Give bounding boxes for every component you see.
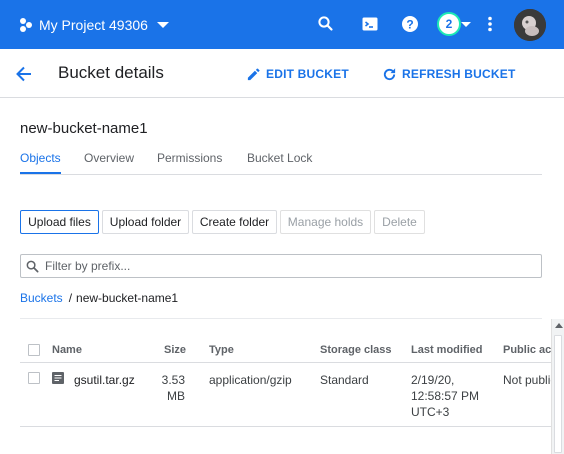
breadcrumb-current: new-bucket-name1 — [76, 291, 179, 305]
modified-timezone: UTC+3 — [411, 405, 450, 419]
filter-box — [20, 254, 542, 278]
search-icon[interactable] — [316, 14, 336, 34]
edit-bucket-label: EDIT BUCKET — [266, 67, 349, 81]
select-all-checkbox[interactable] — [28, 344, 40, 356]
storage-class-cell: Standard — [320, 373, 369, 387]
help-icon[interactable]: ? — [400, 14, 420, 34]
scrollbar-thumb[interactable] — [554, 335, 562, 453]
project-icon[interactable] — [18, 17, 34, 33]
project-selector[interactable]: My Project 49306 — [39, 17, 148, 34]
divider — [20, 318, 542, 319]
refresh-icon — [383, 67, 396, 80]
row-checkbox[interactable] — [28, 372, 40, 384]
column-header-storage-class[interactable]: Storage class — [320, 344, 392, 356]
search-icon — [26, 260, 39, 273]
last-modified-cell: 2/19/20, 12:58:57 PM UTC+3 — [411, 372, 479, 420]
table-row[interactable]: gsutil.tar.gz 3.53 MB application/gzip S… — [20, 363, 556, 427]
modified-date: 2/19/20, — [411, 373, 455, 387]
delete-button[interactable]: Delete — [374, 210, 425, 234]
edit-pencil-icon — [247, 67, 260, 80]
size-value: 3.53 — [161, 373, 185, 387]
create-folder-button[interactable]: Create folder — [192, 210, 277, 234]
active-tab-indicator — [20, 172, 61, 174]
column-header-size[interactable]: Size — [164, 344, 186, 356]
breadcrumb-separator: / — [68, 291, 73, 305]
avatar[interactable] — [514, 9, 546, 41]
page-title: Bucket details — [58, 63, 164, 82]
chevron-down-icon[interactable] — [461, 22, 471, 27]
top-app-bar: My Project 49306 ? 2 — [0, 0, 564, 49]
tab-bucket-lock[interactable]: Bucket Lock — [247, 151, 312, 165]
tab-overview[interactable]: Overview — [84, 151, 134, 165]
table-header: Name Size Type Storage class Last modifi… — [20, 338, 564, 363]
breadcrumb: Buckets / new-bucket-name1 — [20, 291, 178, 305]
cloud-shell-icon[interactable] — [360, 14, 380, 34]
tab-objects[interactable]: Objects — [20, 151, 61, 165]
column-header-name[interactable]: Name — [52, 344, 82, 356]
upload-files-button[interactable]: Upload files — [20, 210, 99, 234]
public-access-cell: Not public — [503, 373, 557, 387]
size-cell: 3.53 MB — [160, 372, 185, 404]
bucket-name: new-bucket-name1 — [20, 120, 148, 137]
vertical-scrollbar[interactable] — [551, 319, 564, 454]
filter-input[interactable] — [45, 258, 525, 274]
refresh-bucket-label: REFRESH BUCKET — [402, 67, 516, 81]
scroll-up-arrow-icon[interactable] — [555, 323, 563, 328]
file-icon — [52, 372, 64, 384]
manage-holds-button[interactable]: Manage holds — [280, 210, 371, 234]
edit-bucket-button[interactable]: EDIT BUCKET — [246, 66, 349, 82]
tab-bar: Objects Overview Permissions Bucket Lock — [20, 150, 542, 175]
tab-permissions[interactable]: Permissions — [157, 151, 222, 165]
size-unit: MB — [167, 389, 185, 403]
back-arrow-icon[interactable] — [14, 64, 34, 84]
upload-folder-button[interactable]: Upload folder — [102, 210, 189, 234]
column-header-type[interactable]: Type — [209, 344, 234, 356]
more-vert-icon[interactable] — [480, 14, 500, 34]
svg-text:?: ? — [406, 18, 413, 32]
breadcrumb-buckets-link[interactable]: Buckets — [20, 291, 63, 305]
avatar-image — [514, 9, 546, 41]
file-name-link[interactable]: gsutil.tar.gz — [74, 372, 135, 388]
modified-time: 12:58:57 PM — [411, 389, 480, 403]
page-header: Bucket details EDIT BUCKET REFRESH BUCKE… — [0, 49, 564, 98]
notifications-badge[interactable]: 2 — [437, 12, 461, 36]
refresh-bucket-button[interactable]: REFRESH BUCKET — [382, 66, 515, 82]
column-header-last-modified[interactable]: Last modified — [411, 344, 483, 356]
type-cell: application/gzip — [209, 373, 292, 387]
chevron-down-icon[interactable] — [157, 22, 169, 28]
